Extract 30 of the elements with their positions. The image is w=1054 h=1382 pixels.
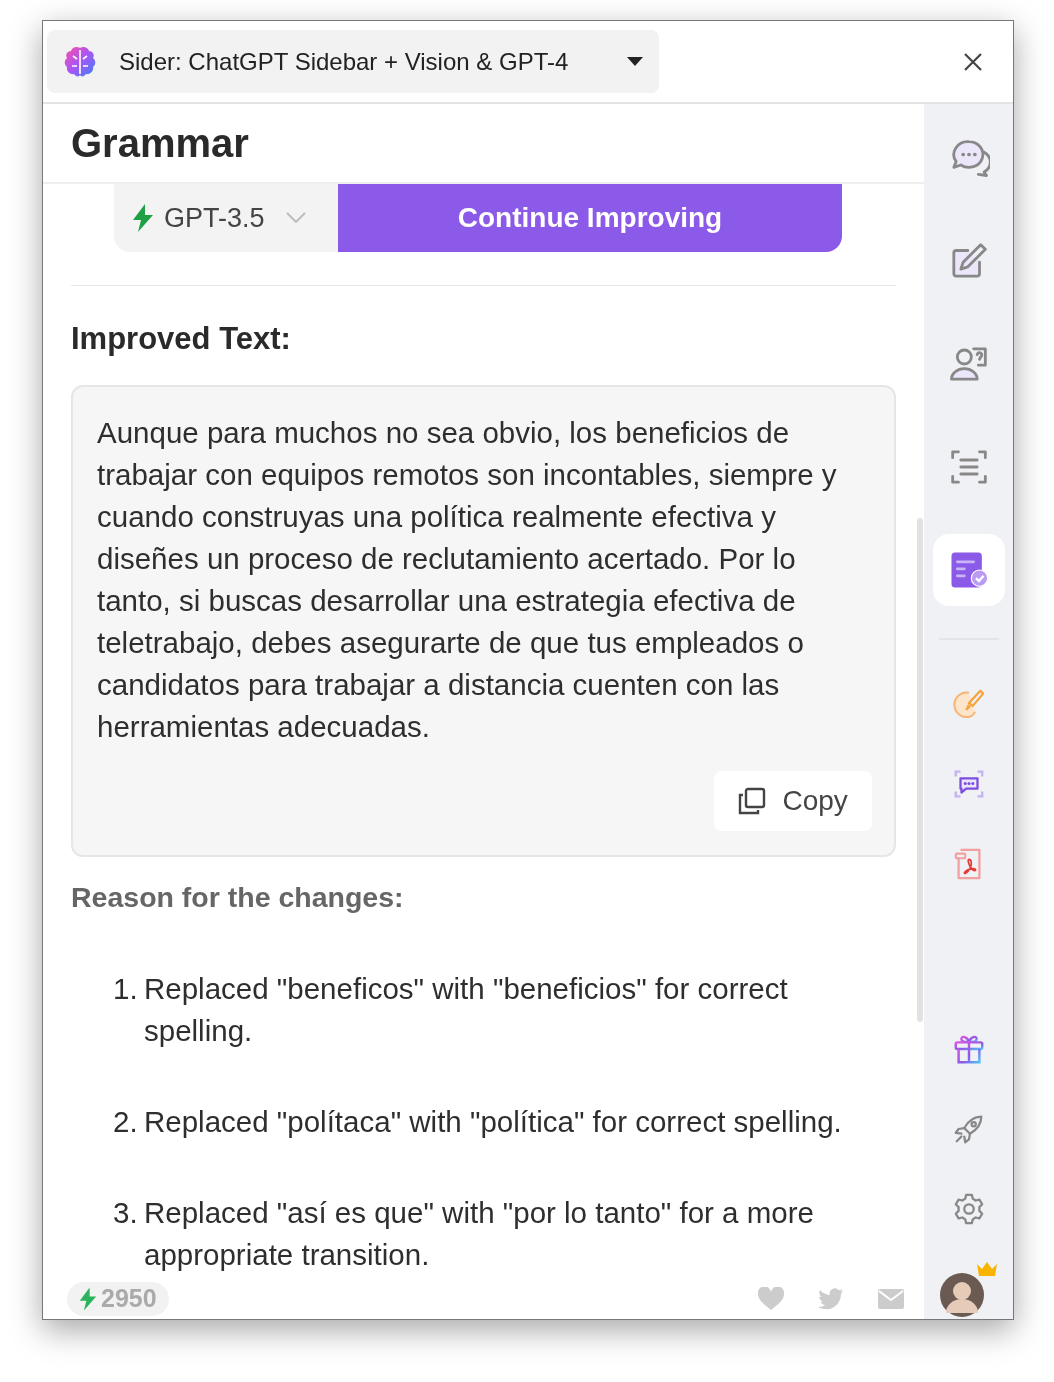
- list-number: 3.: [113, 1195, 139, 1231]
- user-avatar[interactable]: [939, 1261, 998, 1317]
- list-number: 1.: [113, 971, 139, 1007]
- continue-improving-button[interactable]: Continue Improving: [338, 184, 842, 252]
- reason-text: Replaced "beneficos" with "beneficios" for correct spelling.: [144, 971, 789, 1049]
- grammar-check-button[interactable]: [932, 534, 1005, 606]
- dropdown-caret-icon: [627, 57, 643, 66]
- section-heading: Improved Text:: [71, 320, 292, 358]
- bird-icon[interactable]: [818, 1288, 845, 1310]
- reason-text: Replaced "polítaca" with "política" for correct spelling.: [144, 1104, 843, 1140]
- improved-text: Aunque para muchos no sea obvio, los beneficios de trabajar con equipos remotos son incontables, siempre y cuando construyas una política realmente efectiva y diseñes un proceso de reclutamiento acertado. Por lo tanto, si buscas desarrollar una estrategia efectiva de teletrabajo, debes asegurarte de que tus empleados o candidatos para trabajar a distancia cuenten con las herramientas adecuadas.: [97, 415, 838, 745]
- app-selector[interactable]: Sider: ChatGPT Sidebar + Vision & GPT-4: [47, 30, 659, 93]
- crown-icon: [975, 1261, 998, 1277]
- app-title: Sider: ChatGPT Sidebar + Vision & GPT-4: [119, 46, 570, 77]
- copy-button[interactable]: Copy: [714, 771, 873, 831]
- mail-icon[interactable]: [878, 1289, 905, 1309]
- page-title: Grammar: [71, 120, 249, 167]
- chevron-down-icon: [286, 212, 306, 224]
- bolt-icon: [132, 204, 154, 232]
- brain-icon: [63, 45, 97, 78]
- section-heading: Reason for the changes:: [71, 880, 405, 915]
- bolt-icon: [79, 1287, 97, 1311]
- heart-icon[interactable]: [758, 1287, 785, 1311]
- paintbrush-icon: [951, 687, 986, 721]
- credits-badge: 2950: [67, 1282, 169, 1316]
- reason-text: Replaced "así es que" with "por lo tanto" for a more appropriate transition.: [144, 1195, 815, 1273]
- model-selector[interactable]: GPT-3.5: [114, 184, 338, 252]
- list-number: 2.: [113, 1104, 139, 1140]
- close-icon[interactable]: [963, 51, 983, 72]
- copy-icon: [738, 787, 767, 815]
